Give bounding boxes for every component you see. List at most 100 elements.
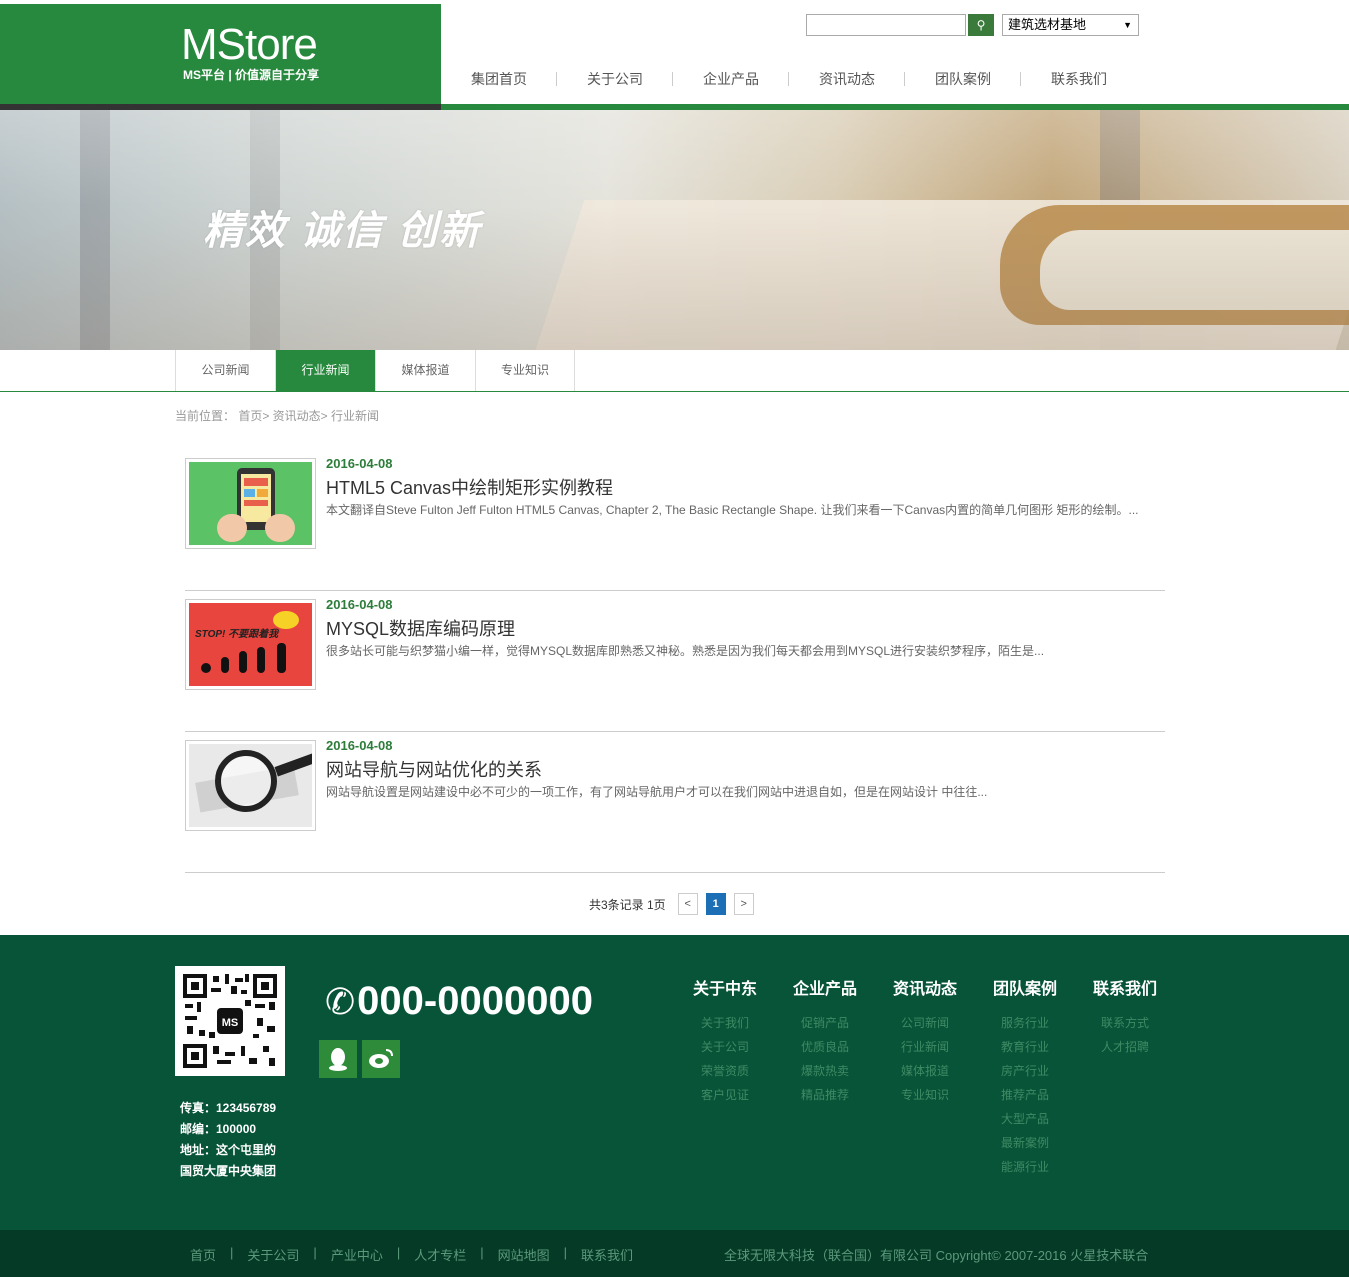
- nav-item-cases[interactable]: 团队案例: [905, 68, 1021, 92]
- footer-link[interactable]: 能源行业: [975, 1155, 1075, 1179]
- footer-link[interactable]: 行业新闻: [875, 1035, 975, 1059]
- link-separator: |: [396, 1245, 401, 1260]
- search-button[interactable]: ⚲: [968, 14, 994, 36]
- header: MStore MS平台 | 价值源自于分享 ⚲ 建筑选材基地 ▼ 集团首页 关于…: [0, 0, 1349, 110]
- news-title[interactable]: MYSQL数据库编码原理: [326, 615, 515, 641]
- prev-page-button[interactable]: <: [677, 893, 698, 915]
- address: 地址：这个屯里的: [180, 1143, 277, 1157]
- footer-link[interactable]: 教育行业: [975, 1035, 1075, 1059]
- nav-item-about[interactable]: 关于公司: [557, 68, 673, 92]
- logo[interactable]: MStore MS平台 | 价值源自于分享: [0, 4, 441, 110]
- copyright: 全球无限大科技（联合国）有限公司 Copyright© 2007-2016 火星…: [724, 1248, 1149, 1263]
- footer-col-title: 团队案例: [992, 981, 1057, 998]
- footer-col-title: 关于中东: [692, 981, 757, 998]
- footer-link[interactable]: 关于公司: [675, 1035, 775, 1059]
- bottom-link-contact[interactable]: 联系我们: [581, 1245, 633, 1264]
- nav-label: 企业产品: [703, 71, 759, 87]
- nav-label: 资讯动态: [819, 71, 875, 87]
- footer-link[interactable]: 媒体报道: [875, 1059, 975, 1083]
- footer-link[interactable]: 荣誉资质: [675, 1059, 775, 1083]
- news-title[interactable]: HTML5 Canvas中绘制矩形实例教程: [326, 474, 613, 500]
- bottom-link-talent[interactable]: 人才专栏: [414, 1245, 466, 1264]
- footer-link[interactable]: 推荐产品: [975, 1083, 1075, 1107]
- footer: MS 传真：123456789 邮编：100000 地址：这个屯里的 国贸大厦中…: [0, 935, 1349, 1230]
- main-nav: 集团首页 关于公司 企业产品 资讯动态 团队案例 联系我们: [441, 68, 1137, 92]
- news-thumbnail[interactable]: STOP! 不要跟着我: [185, 599, 316, 690]
- hotline: ✆ 000-0000000: [325, 979, 593, 1024]
- nav-label: 集团首页: [471, 71, 527, 87]
- next-page-button[interactable]: >: [733, 893, 754, 915]
- footer-col-cases: 团队案例 服务行业 教育行业 房产行业 推荐产品 大型产品 最新案例 能源行业: [975, 975, 1075, 1179]
- nav-item-products[interactable]: 企业产品: [673, 68, 789, 92]
- footer-link[interactable]: 服务行业: [975, 1011, 1075, 1035]
- news-thumbnail[interactable]: [185, 458, 316, 549]
- news-category-tabs: 公司新闻 行业新闻 媒体报道 专业知识: [0, 350, 1349, 392]
- hotline-number: 000-0000000: [357, 979, 593, 1023]
- footer-link[interactable]: 精品推荐: [775, 1083, 875, 1107]
- search-icon: ⚲: [976, 18, 986, 32]
- qq-icon[interactable]: [319, 1040, 357, 1078]
- pagination-info: 共3条记录 1页: [589, 897, 666, 912]
- magnifier-image: [189, 744, 312, 827]
- footer-col-news: 资讯动态 公司新闻 行业新闻 媒体报道 专业知识: [875, 975, 975, 1107]
- link-separator: |: [563, 1245, 568, 1260]
- footer-col-title: 联系我们: [1092, 981, 1157, 998]
- footer-link[interactable]: 爆款热卖: [775, 1059, 875, 1083]
- tab-media-reports[interactable]: 媒体报道: [375, 350, 475, 391]
- footer-col-title: 资讯动态: [892, 981, 957, 998]
- footer-link[interactable]: 促销产品: [775, 1011, 875, 1035]
- nav-item-news[interactable]: 资讯动态: [789, 68, 905, 92]
- bottom-link-about[interactable]: 关于公司: [247, 1245, 299, 1264]
- phone-hand-image: [189, 462, 312, 545]
- site-select-value: 建筑选材基地: [1008, 17, 1087, 32]
- svg-text:MS: MS: [222, 1017, 239, 1029]
- news-date: 2016-04-08: [326, 597, 393, 612]
- nav-label: 关于公司: [587, 71, 643, 87]
- footer-link[interactable]: 专业知识: [875, 1083, 975, 1107]
- link-separator: |: [230, 1245, 234, 1260]
- footer-link[interactable]: 关于我们: [675, 1011, 775, 1035]
- postcode: 邮编：100000: [180, 1122, 257, 1136]
- evolution-image: STOP! 不要跟着我: [189, 603, 312, 686]
- bottom-link-sitemap[interactable]: 网站地图: [498, 1245, 550, 1264]
- tab-industry-news[interactable]: 行业新闻: [275, 350, 375, 391]
- bottom-links: 首页 | 关于公司 | 产业中心 | 人才专栏 | 网站地图 | 联系我们: [190, 1245, 633, 1264]
- footer-link[interactable]: 大型产品: [975, 1107, 1075, 1131]
- footer-bottom-bar: 首页 | 关于公司 | 产业中心 | 人才专栏 | 网站地图 | 联系我们 全球无限大科技…: [0, 1230, 1349, 1277]
- news-item[interactable]: 2016-04-08 网站导航与网站优化的关系 网站导航设置是网站建设中必不可少…: [185, 732, 1165, 873]
- link-separator: |: [480, 1245, 484, 1260]
- news-thumbnail[interactable]: [185, 740, 316, 831]
- news-item[interactable]: STOP! 不要跟着我 2016-04-08 MYSQL数据库编码原理 很多站长…: [185, 591, 1165, 732]
- logo-subtitle: MS平台 | 价值源自于分享: [183, 68, 320, 82]
- breadcrumb: 当前位置： 首页> 资讯动态> 行业新闻: [175, 409, 380, 423]
- footer-link[interactable]: 房产行业: [975, 1059, 1075, 1083]
- hero-banner: 精效 诚信 创新: [0, 110, 1349, 350]
- nav-item-contact[interactable]: 联系我们: [1021, 68, 1137, 92]
- footer-col-about: 关于中东 关于我们 关于公司 荣誉资质 客户见证: [675, 975, 775, 1107]
- footer-link[interactable]: 最新案例: [975, 1131, 1075, 1155]
- dropdown-arrow-icon: ▼: [1123, 20, 1132, 30]
- news-date: 2016-04-08: [326, 456, 393, 471]
- nav-item-home[interactable]: 集团首页: [441, 68, 557, 92]
- weibo-icon[interactable]: [362, 1040, 400, 1078]
- tab-knowledge[interactable]: 专业知识: [475, 350, 575, 391]
- bottom-link-home[interactable]: 首页: [190, 1245, 216, 1264]
- qr-code-icon: MS: [175, 966, 285, 1076]
- page-1-button[interactable]: 1: [705, 893, 726, 915]
- footer-link[interactable]: 客户见证: [675, 1083, 775, 1107]
- footer-link[interactable]: 人才招聘: [1075, 1035, 1175, 1059]
- footer-link[interactable]: 优质良品: [775, 1035, 875, 1059]
- news-item[interactable]: 2016-04-08 HTML5 Canvas中绘制矩形实例教程 本文翻译自St…: [185, 450, 1165, 591]
- tab-company-news[interactable]: 公司新闻: [175, 350, 275, 391]
- address-line-2: 国贸大厦中央集团: [180, 1164, 277, 1178]
- site-select[interactable]: 建筑选材基地 ▼: [1002, 14, 1139, 36]
- news-title[interactable]: 网站导航与网站优化的关系: [326, 756, 542, 782]
- footer-link[interactable]: 公司新闻: [875, 1011, 975, 1035]
- bottom-link-industry[interactable]: 产业中心: [331, 1245, 383, 1264]
- contact-info: 传真：123456789 邮编：100000 地址：这个屯里的 国贸大厦中央集团: [180, 1098, 276, 1182]
- footer-link[interactable]: 联系方式: [1075, 1011, 1175, 1035]
- link-separator: |: [313, 1245, 317, 1260]
- news-summary: 网站导航设置是网站建设中必不可少的一项工作，有了网站导航用户才可以在我们网站中进…: [326, 785, 988, 799]
- search-input[interactable]: [806, 14, 966, 36]
- news-date: 2016-04-08: [326, 738, 393, 753]
